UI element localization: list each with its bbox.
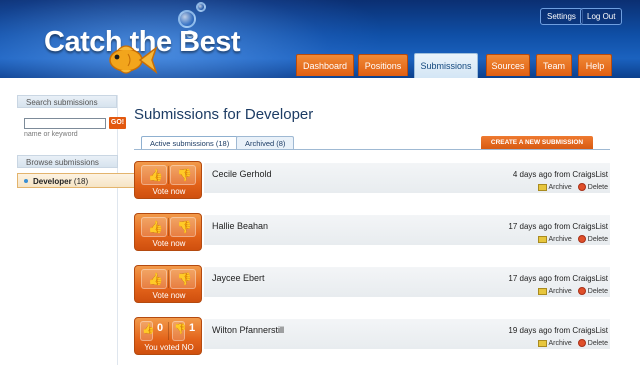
tab-help[interactable]: Help <box>578 54 612 76</box>
bullet-icon <box>24 179 28 183</box>
divider <box>168 166 169 184</box>
row-actions: Archive Delete <box>534 235 608 245</box>
thumbs-down-icon: 👎 <box>174 324 187 335</box>
down-vote-count: 1 <box>189 322 196 334</box>
row-actions: Archive Delete <box>534 287 608 297</box>
archive-icon <box>538 288 548 295</box>
submission-source: 17 days ago from CraigsList <box>508 222 608 231</box>
list-item: 👍 0 👎 1 You voted NO Wilton Pfannerstill… <box>134 317 610 357</box>
list-item: 👍 👎 Vote now Cecile Gerhold 4 days ago f… <box>134 161 610 201</box>
app-header: Catch the Best Settings Log Out Dashboar… <box>0 0 640 78</box>
archive-label: Archive <box>548 236 572 243</box>
submission-source: 19 days ago from CraigsList <box>508 326 608 335</box>
archive-button[interactable]: Archive <box>538 340 572 347</box>
delete-button[interactable]: Delete <box>577 287 608 295</box>
delete-icon <box>577 339 586 347</box>
candidate-name[interactable]: Wilton Pfannerstill <box>212 325 284 335</box>
browse-heading: Browse submissions <box>17 155 118 168</box>
delete-button[interactable]: Delete <box>577 183 608 191</box>
thumbs-down-icon: 👎 <box>177 272 192 286</box>
goldfish-icon <box>109 45 158 75</box>
row-actions: Archive Delete <box>534 339 608 349</box>
vote-widget[interactable]: 👍 👎 Vote now <box>134 265 202 303</box>
thumbs-up-button[interactable]: 👍 <box>141 269 167 289</box>
logout-button[interactable]: Log Out <box>580 8 623 25</box>
search-hint: name or keyword <box>24 131 78 138</box>
delete-icon <box>577 183 586 191</box>
thumbs-down-button[interactable]: 👎 <box>170 165 196 185</box>
tab-dashboard[interactable]: Dashboard <box>296 54 354 76</box>
thumbs-up-button[interactable]: 👍 <box>140 321 155 341</box>
archive-label: Archive <box>548 184 572 191</box>
divider <box>168 218 169 236</box>
divider <box>168 322 169 340</box>
archive-icon <box>538 184 548 191</box>
vote-label: Vote now <box>152 239 186 248</box>
page-title: Submissions for Developer <box>134 106 314 123</box>
tab-sources[interactable]: Sources <box>486 54 530 76</box>
delete-icon <box>577 235 586 243</box>
submission-source: 17 days ago from CraigsList <box>508 274 608 283</box>
archive-icon <box>538 340 548 347</box>
sidebar: Search submissions GO! name or keyword B… <box>17 95 135 365</box>
go-button[interactable]: GO! <box>109 117 126 129</box>
tab-submissions[interactable]: Submissions <box>414 53 478 78</box>
delete-label: Delete <box>587 183 608 191</box>
settings-button[interactable]: Settings <box>540 8 583 25</box>
subtab-divider <box>134 149 610 150</box>
delete-label: Delete <box>587 287 608 295</box>
archive-label: Archive <box>548 288 572 295</box>
archive-icon <box>538 236 548 243</box>
thumbs-down-icon: 👎 <box>177 220 192 234</box>
thumbs-down-button[interactable]: 👎 <box>170 217 196 237</box>
archive-button[interactable]: Archive <box>538 236 572 243</box>
candidate-name[interactable]: Jaycee Ebert <box>212 273 265 283</box>
thumbs-down-button[interactable]: 👎 <box>172 321 187 341</box>
delete-button[interactable]: Delete <box>577 339 608 347</box>
up-vote-count: 0 <box>157 322 164 334</box>
thumbs-up-button[interactable]: 👍 <box>141 165 167 185</box>
archive-label: Archive <box>548 340 572 347</box>
search-input[interactable] <box>24 118 106 129</box>
thumbs-up-icon: 👍 <box>148 168 163 182</box>
archive-button[interactable]: Archive <box>538 184 572 191</box>
vote-widget[interactable]: 👍 👎 Vote now <box>134 213 202 251</box>
row-actions: Archive Delete <box>534 183 608 193</box>
thumbs-up-icon: 👍 <box>148 220 163 234</box>
tab-team[interactable]: Team <box>536 54 572 76</box>
vote-widget[interactable]: 👍 👎 Vote now <box>134 161 202 199</box>
candidate-name[interactable]: Hallie Beahan <box>212 221 268 231</box>
submission-source: 4 days ago from CraigsList <box>512 170 608 179</box>
vote-widget[interactable]: 👍 0 👎 1 You voted NO <box>134 317 202 355</box>
thumbs-up-icon: 👍 <box>148 272 163 286</box>
tab-active-submissions[interactable]: Active submissions (18) <box>141 136 239 150</box>
sidebar-item-label: Developer <box>33 177 72 186</box>
list-item: 👍 👎 Vote now Hallie Beahan 17 days ago f… <box>134 213 610 253</box>
thumbs-up-button[interactable]: 👍 <box>141 217 167 237</box>
thumbs-down-icon: 👎 <box>177 168 192 182</box>
delete-button[interactable]: Delete <box>577 235 608 243</box>
sidebar-item-developer[interactable]: Developer (18) <box>17 173 135 188</box>
delete-label: Delete <box>587 339 608 347</box>
vote-label: Vote now <box>152 291 186 300</box>
delete-label: Delete <box>587 235 608 243</box>
tab-positions[interactable]: Positions <box>358 54 408 76</box>
divider <box>168 270 169 288</box>
vote-label: You voted NO <box>144 343 194 352</box>
thumbs-up-icon: 👍 <box>142 324 155 335</box>
search-heading: Search submissions <box>17 95 117 108</box>
thumbs-down-button[interactable]: 👎 <box>170 269 196 289</box>
list-item: 👍 👎 Vote now Jaycee Ebert 17 days ago fr… <box>134 265 610 305</box>
tab-archived[interactable]: Archived (8) <box>236 136 295 150</box>
create-submission-button[interactable]: CREATE A NEW SUBMISSION <box>481 136 593 149</box>
candidate-name[interactable]: Cecile Gerhold <box>212 169 272 179</box>
vote-label: Vote now <box>152 187 186 196</box>
sidebar-item-count: (18) <box>73 177 89 186</box>
archive-button[interactable]: Archive <box>538 288 572 295</box>
bubble-icon <box>196 2 206 12</box>
delete-icon <box>577 287 586 295</box>
